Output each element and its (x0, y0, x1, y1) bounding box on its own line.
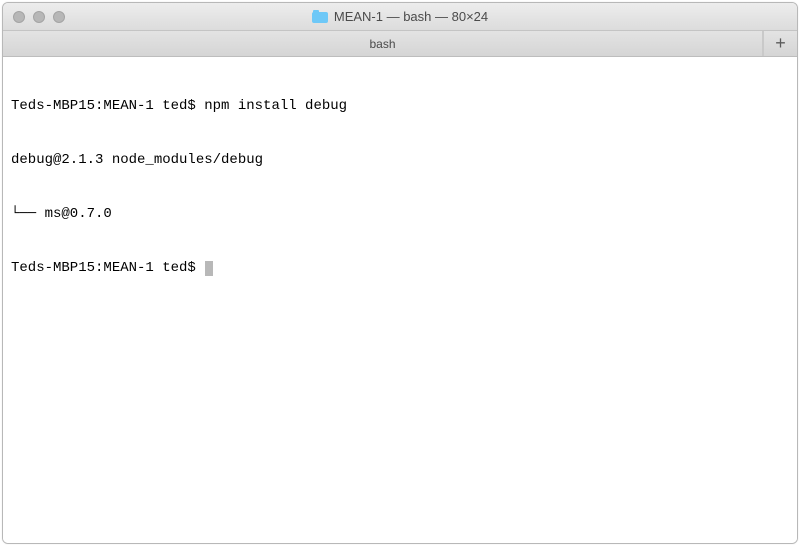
command-text: npm install debug (204, 98, 347, 114)
new-tab-button[interactable]: + (763, 31, 797, 56)
tab-label: bash (369, 37, 395, 51)
terminal-body[interactable]: Teds-MBP15:MEAN-1 ted$ npm install debug… (3, 57, 797, 543)
tab-bash[interactable]: bash (3, 31, 763, 56)
terminal-line: Teds-MBP15:MEAN-1 ted$ (11, 259, 789, 277)
cursor (205, 261, 213, 276)
terminal-line: Teds-MBP15:MEAN-1 ted$ npm install debug (11, 97, 789, 115)
minimize-button[interactable] (33, 11, 45, 23)
terminal-window: MEAN-1 — bash — 80×24 bash + Teds-MBP15:… (2, 2, 798, 544)
traffic-lights (13, 11, 65, 23)
zoom-button[interactable] (53, 11, 65, 23)
prompt: Teds-MBP15:MEAN-1 ted$ (11, 98, 204, 114)
terminal-line: debug@2.1.3 node_modules/debug (11, 151, 789, 169)
plus-icon: + (775, 33, 786, 54)
prompt: Teds-MBP15:MEAN-1 ted$ (11, 260, 204, 276)
terminal-line: └── ms@0.7.0 (11, 205, 789, 223)
close-button[interactable] (13, 11, 25, 23)
tab-bar: bash + (3, 31, 797, 57)
title-area: MEAN-1 — bash — 80×24 (13, 9, 787, 24)
titlebar[interactable]: MEAN-1 — bash — 80×24 (3, 3, 797, 31)
folder-icon (312, 10, 328, 23)
window-title: MEAN-1 — bash — 80×24 (334, 9, 488, 24)
